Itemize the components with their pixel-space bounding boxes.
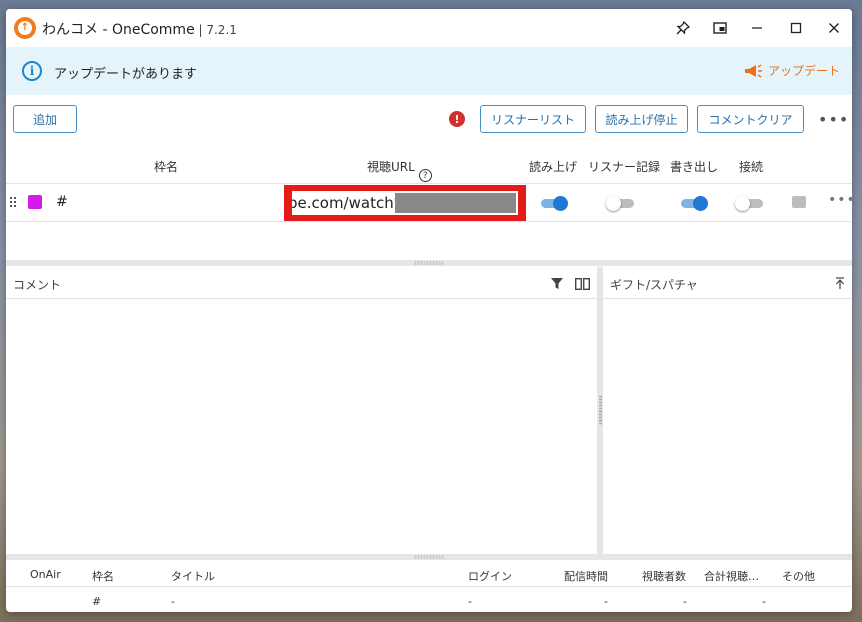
comments-pane: コメント [6, 266, 597, 554]
columns-icon[interactable] [575, 278, 590, 290]
more-options-icon[interactable]: ••• [818, 112, 849, 128]
gifts-pane-header: ギフト/スパチャ [603, 266, 852, 299]
header-listener-record: リスナー記録 [588, 160, 661, 174]
header-url: 視聴URL? [367, 158, 432, 182]
toolbar: 追加 ! リスナーリスト 読み上げ停止 コメントクリア ••• [6, 95, 852, 147]
info-header-other: その他 [782, 570, 815, 583]
frame-table-header: 枠名 視聴URL? 読み上げ リスナー記録 書き出し 接続 [6, 147, 852, 183]
info-header-duration: 配信時間 [564, 570, 608, 583]
stop-reading-button[interactable]: 読み上げ停止 [595, 105, 688, 133]
url-input[interactable]: be.com/watch? [292, 191, 518, 215]
drag-handle-icon[interactable] [10, 197, 18, 209]
info-icon: i [22, 61, 42, 81]
window-title: わんコメ - OneComme | 7.2.1 [42, 22, 237, 38]
app-name: わんコメ - OneComme [42, 22, 195, 38]
info-header-login: ログイン [468, 570, 512, 583]
pin-icon[interactable] [670, 15, 696, 41]
info-header-total-views: 合計視聴… [704, 570, 759, 583]
comments-title: コメント [13, 278, 62, 292]
frame-color-swatch[interactable] [28, 195, 42, 209]
comments-pane-header: コメント [6, 266, 597, 299]
update-banner: i アップデートがあります アップデート [6, 47, 852, 95]
url-highlight-box: be.com/watch? [284, 185, 526, 221]
app-window: ↑ わんコメ - OneComme | 7.2.1 i アップデートがあります … [6, 9, 852, 612]
minimize-icon[interactable] [744, 15, 770, 41]
gifts-title: ギフト/スパチャ [610, 278, 698, 292]
update-message: アップデートがあります [54, 67, 198, 82]
header-export: 書き出し [670, 160, 719, 174]
header-connect: 接続 [739, 160, 764, 174]
header-read-aloud: 読み上げ [529, 160, 578, 174]
table-row[interactable]: # - - - - - [6, 587, 852, 612]
listener-list-button[interactable]: リスナーリスト [480, 105, 586, 133]
connect-toggle[interactable] [735, 196, 765, 211]
add-button[interactable]: 追加 [13, 105, 77, 133]
stream-info-table: OnAir 枠名 タイトル ログイン 配信時間 視聴者数 合計視聴… その他 #… [6, 560, 852, 612]
megaphone-icon [744, 63, 762, 78]
read-aloud-toggle[interactable] [539, 196, 569, 211]
maximize-icon[interactable] [783, 15, 809, 41]
update-link-label: アップデート [767, 64, 840, 78]
close-icon[interactable] [821, 15, 847, 41]
update-link[interactable]: アップデート [744, 62, 840, 79]
info-header-viewers: 視聴者数 [642, 570, 686, 583]
app-logo-icon: ↑ [14, 17, 36, 39]
picture-in-picture-icon[interactable] [707, 15, 733, 41]
listener-record-toggle[interactable] [606, 196, 636, 211]
info-header-frame: 枠名 [92, 570, 114, 583]
export-toggle[interactable] [679, 196, 709, 211]
filter-icon[interactable] [551, 278, 563, 290]
header-frame-name: 枠名 [154, 160, 179, 174]
redacted-block [395, 193, 516, 213]
clear-comments-button[interactable]: コメントクリア [697, 105, 804, 133]
frame-name[interactable]: # [56, 194, 68, 210]
info-table-header: OnAir 枠名 タイトル ログイン 配信時間 視聴者数 合計視聴… その他 [6, 560, 852, 587]
alert-icon[interactable]: ! [449, 111, 465, 127]
help-icon[interactable]: ? [418, 169, 432, 182]
frame-row: # be.com/watch? ••• [6, 183, 852, 222]
sort-icon[interactable] [834, 277, 846, 290]
info-header-onair: OnAir [30, 568, 61, 581]
app-version: 7.2.1 [206, 23, 237, 37]
title-bar: ↑ わんコメ - OneComme | 7.2.1 [6, 9, 852, 47]
chat-icon[interactable] [792, 196, 806, 208]
info-header-title: タイトル [171, 570, 215, 583]
row-more-icon[interactable]: ••• [828, 192, 852, 208]
gifts-pane: ギフト/スパチャ [603, 266, 852, 554]
